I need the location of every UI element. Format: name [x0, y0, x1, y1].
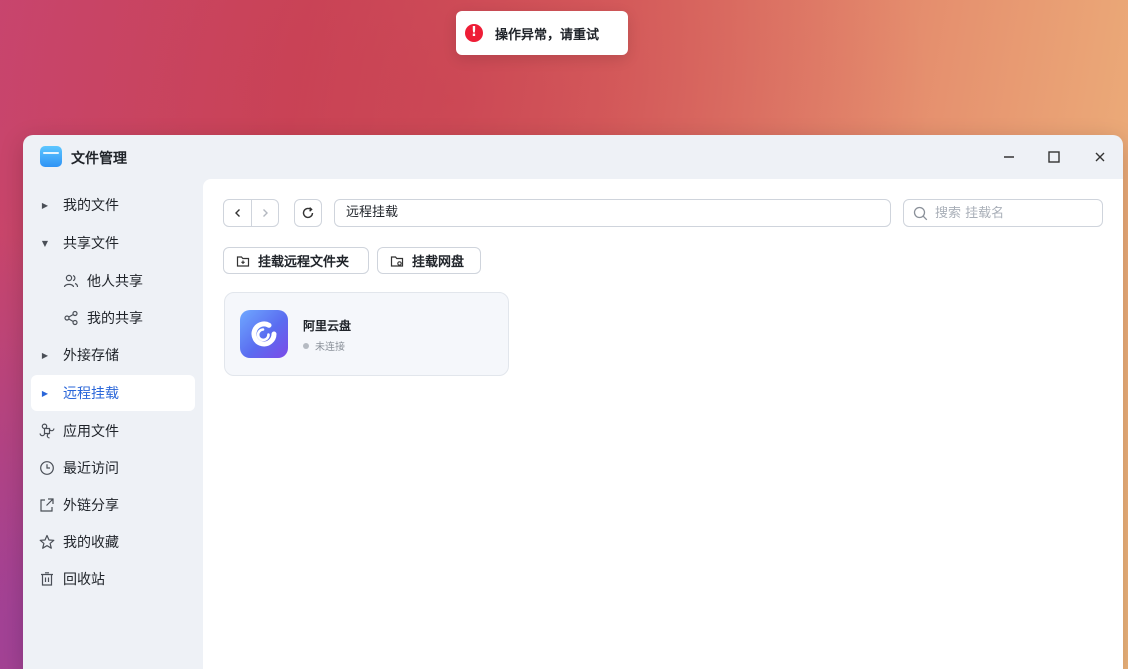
aliyun-drive-icon [240, 310, 288, 358]
toast-message: 操作异常，请重试 [495, 27, 600, 43]
mount-remote-folder-label: 挂载远程文件夹 [258, 255, 350, 270]
refresh-button[interactable] [294, 199, 322, 227]
mount-remote-folder-button[interactable]: 挂载远程文件夹 [223, 247, 369, 274]
sidebar: ▶ 我的文件 ▼ 共享文件 他人共享 我的共享 ▶ 外接存储 ▶ 远程挂载 应用… [23, 179, 203, 669]
caret-down-icon[interactable]: ▼ [41, 239, 49, 248]
close-icon [1095, 152, 1105, 162]
clock-icon [40, 461, 54, 475]
sidebar-item-my-files[interactable]: ▶ 我的文件 [31, 187, 195, 223]
forward-button[interactable] [251, 200, 278, 226]
external-share-icon [40, 498, 54, 512]
caret-right-icon[interactable]: ▶ [41, 351, 49, 360]
back-button[interactable] [224, 200, 251, 226]
sidebar-item-shared-files[interactable]: ▼ 共享文件 [31, 225, 195, 261]
sidebar-item-label: 外链分享 [63, 498, 119, 514]
path-bar[interactable]: 远程挂载 [334, 199, 891, 227]
sidebar-item-label: 应用文件 [63, 424, 119, 440]
sidebar-item-favorites[interactable]: 我的收藏 [31, 524, 195, 560]
search-input[interactable] [935, 205, 1085, 221]
sidebar-item-label: 他人共享 [87, 274, 143, 290]
share-icon [64, 310, 78, 326]
folder-add-icon [236, 255, 250, 267]
sidebar-item-remote-mount[interactable]: ▶ 远程挂载 [31, 375, 195, 411]
error-icon: ! [465, 24, 483, 42]
mount-status: 未连接 [303, 338, 345, 353]
chevron-right-icon [263, 209, 268, 217]
star-icon [39, 534, 55, 549]
search-icon [913, 206, 928, 220]
sidebar-item-label: 远程挂载 [63, 386, 119, 402]
sidebar-item-label: 最近访问 [63, 461, 119, 477]
chevron-left-icon [234, 209, 240, 217]
file-manager-window: 文件管理 ▶ 我的文件 ▼ 共享文件 他人共享 我的共享 ▶ 外接存储 ▶ 远程… [23, 135, 1123, 669]
maximize-icon [1048, 151, 1060, 163]
mount-card[interactable]: 阿里云盘 未连接 [224, 292, 509, 376]
sidebar-item-external-storage[interactable]: ▶ 外接存储 [31, 337, 195, 373]
caret-right-icon[interactable]: ▶ [41, 389, 49, 398]
trash-icon [41, 572, 53, 586]
file-manager-app-icon [40, 146, 62, 167]
sidebar-item-label: 我的文件 [63, 198, 119, 214]
status-dot [303, 342, 309, 349]
mount-name: 阿里云盘 [303, 319, 352, 333]
sidebar-item-app-files[interactable]: 应用文件 [31, 413, 195, 449]
folder-cloud-icon [390, 255, 404, 267]
sidebar-item-label: 共享文件 [63, 236, 119, 252]
sidebar-item-label: 我的共享 [87, 311, 143, 327]
sidebar-item-my-shares[interactable]: 我的共享 [31, 300, 195, 336]
maximize-button[interactable] [1043, 146, 1065, 168]
users-icon [63, 274, 79, 288]
sidebar-item-shared-with-me[interactable]: 他人共享 [31, 263, 195, 299]
mount-cloud-drive-button[interactable]: 挂载网盘 [377, 247, 481, 274]
sidebar-item-recycle-bin[interactable]: 回收站 [31, 561, 195, 597]
main-panel: 远程挂载 挂载远程文件夹 挂载网盘 [203, 179, 1123, 669]
mount-status-label: 未连接 [315, 342, 345, 353]
refresh-icon [302, 207, 314, 219]
caret-right-icon[interactable]: ▶ [41, 201, 49, 210]
nav-buttons [223, 199, 279, 227]
title-bar[interactable]: 文件管理 [23, 135, 1123, 179]
window-title: 文件管理 [71, 151, 127, 167]
command-icon [39, 423, 55, 439]
close-button[interactable] [1089, 146, 1111, 168]
mount-cloud-drive-label: 挂载网盘 [412, 255, 465, 270]
sidebar-item-recent[interactable]: 最近访问 [31, 450, 195, 486]
search-box[interactable] [903, 199, 1103, 227]
sidebar-item-label: 我的收藏 [63, 535, 119, 551]
sidebar-item-label: 外接存储 [63, 348, 119, 364]
minimize-icon [1004, 156, 1014, 158]
minimize-button[interactable] [998, 146, 1020, 168]
error-toast: ! 操作异常，请重试 [456, 11, 628, 55]
sidebar-item-link-share[interactable]: 外链分享 [31, 487, 195, 523]
sidebar-item-label: 回收站 [63, 572, 105, 588]
